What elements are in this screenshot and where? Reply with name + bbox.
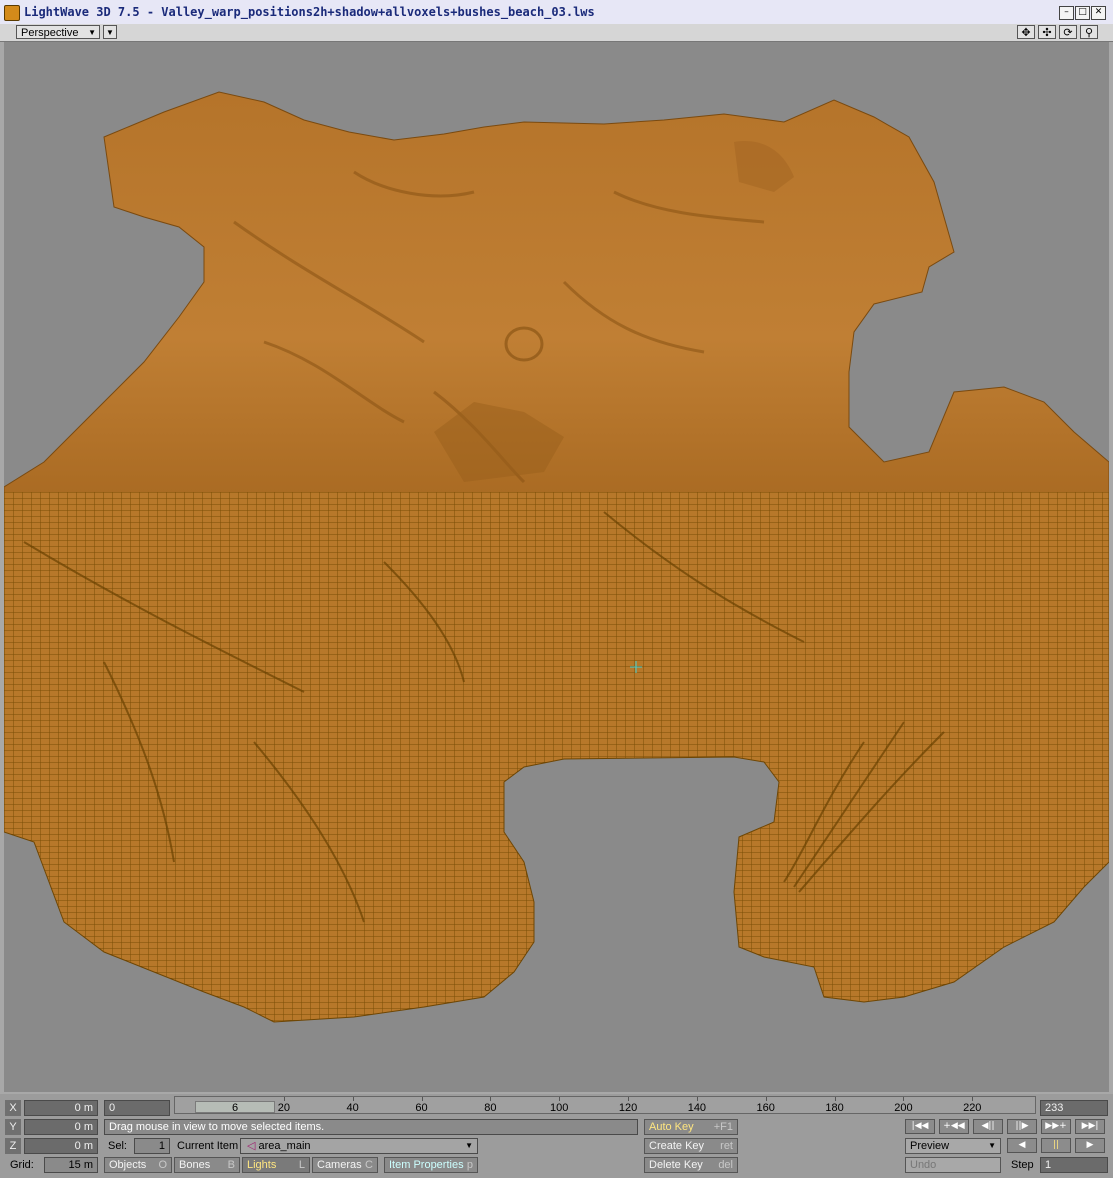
timeline-tick-mark: [972, 1097, 974, 1101]
close-icon[interactable]: ✕: [1091, 6, 1106, 20]
current-item-dropdown[interactable]: ◁ area_main ▼: [240, 1138, 478, 1154]
title-bar: LightWave 3D 7.5 - Valley_warp_positions…: [0, 0, 1113, 25]
first-frame-icon[interactable]: |◀◀: [905, 1119, 935, 1134]
step-back-key-icon[interactable]: +◀◀: [939, 1119, 969, 1134]
view-mode-label: Perspective: [21, 27, 79, 39]
timeline-tick-label: 200: [894, 1102, 913, 1114]
pan-view-icon[interactable]: ✣: [1038, 25, 1056, 39]
pause-icon[interactable]: ||: [1041, 1138, 1071, 1153]
timeline-tick-label: 180: [825, 1102, 844, 1114]
current-frame-field[interactable]: 0: [104, 1100, 170, 1116]
terrain-render: [4, 91, 1109, 1023]
window-title: LightWave 3D 7.5 - Valley_warp_positions…: [24, 5, 595, 19]
step-label: Step: [1011, 1159, 1034, 1171]
timeline-tick-mark: [696, 1097, 698, 1101]
play-forward-icon[interactable]: ▶: [1075, 1138, 1105, 1153]
timeline-tick-label: 20: [277, 1102, 290, 1114]
auto-key-button[interactable]: Auto Key +F1: [644, 1119, 738, 1135]
timeline-tick-mark: [628, 1097, 630, 1101]
end-frame-field[interactable]: 233: [1040, 1100, 1108, 1116]
next-frame-icon[interactable]: ||▶: [1007, 1119, 1037, 1134]
objects-button[interactable]: Objects O: [104, 1157, 172, 1173]
x-position-field[interactable]: 0 m: [24, 1100, 98, 1116]
timeline-tick-mark: [490, 1097, 492, 1101]
timeline-tick-label: 80: [484, 1102, 497, 1114]
delete-key-button[interactable]: Delete Key del: [644, 1157, 738, 1173]
timeline-tick-label: 160: [756, 1102, 775, 1114]
timeline-tick-mark: [765, 1097, 767, 1101]
maximize-icon[interactable]: □: [1075, 6, 1090, 20]
current-item-value: area_main: [258, 1140, 311, 1152]
timeline-tick-mark: [559, 1097, 561, 1101]
slider-frame-label: 6: [231, 1102, 239, 1114]
view-mode-dropdown[interactable]: Perspective ▼: [16, 25, 100, 39]
x-axis-label: X: [5, 1100, 21, 1116]
step-field[interactable]: 1: [1040, 1157, 1108, 1173]
y-position-field[interactable]: 0 m: [24, 1119, 98, 1135]
status-message: Drag mouse in view to move selected item…: [104, 1119, 638, 1135]
item-properties-button[interactable]: Item Properties p: [384, 1157, 478, 1173]
timeline-tick-mark: [834, 1097, 836, 1101]
z-position-field[interactable]: 0 m: [24, 1138, 98, 1154]
timeline-tick-label: 120: [618, 1102, 638, 1114]
chevron-down-icon: ▼: [106, 28, 114, 37]
timeline-tick-mark: [283, 1097, 285, 1101]
grid-size-field[interactable]: 15 m: [44, 1157, 98, 1173]
sel-count: 1: [134, 1138, 170, 1154]
preview-dropdown[interactable]: Preview ▼: [905, 1138, 1001, 1154]
timeline-tick-mark: [421, 1097, 423, 1101]
rotate-view-icon[interactable]: ⟳: [1059, 25, 1077, 39]
timeline-tick-label: 60: [415, 1102, 428, 1114]
terrain-wireframe-mesh: [4, 492, 1109, 1023]
view-options-dropdown[interactable]: ▼: [103, 25, 117, 39]
step-forward-key-icon[interactable]: ▶▶+: [1041, 1119, 1071, 1134]
prev-frame-icon[interactable]: ◀||: [973, 1119, 1003, 1134]
timeline-tick-label: 40: [346, 1102, 359, 1114]
timeline-tick-label: 140: [687, 1102, 707, 1114]
grid-label: Grid:: [10, 1159, 34, 1171]
perspective-viewport[interactable]: [4, 42, 1109, 1092]
timeline-tick-mark: [352, 1097, 354, 1101]
timeline-tick-label: 100: [550, 1102, 569, 1114]
play-reverse-icon[interactable]: ◀: [1007, 1138, 1037, 1153]
bottom-control-panel: X 0 m Y 0 m Z 0 m Grid: 15 m 0 6 20 40 60 8…: [0, 1094, 1113, 1178]
current-item-label: Current Item: [177, 1140, 239, 1152]
cameras-button[interactable]: Cameras C: [312, 1157, 378, 1173]
timeline-ruler[interactable]: 6 20 40 60 80 100 120 140 160 180 200 220: [174, 1096, 1036, 1114]
chevron-down-icon: ▼: [88, 28, 96, 37]
z-axis-label: Z: [5, 1138, 21, 1154]
bones-button[interactable]: Bones B: [174, 1157, 240, 1173]
lightwave-app-icon[interactable]: [4, 5, 20, 21]
viewport-toolbar: Perspective ▼ ▼ ✥ ✣ ⟳ ⚲: [0, 24, 1113, 42]
timeline-tick-mark: [903, 1097, 905, 1101]
last-frame-icon[interactable]: ▶▶|: [1075, 1119, 1105, 1134]
sel-label: Sel:: [108, 1140, 127, 1152]
move-view-icon[interactable]: ✥: [1017, 25, 1035, 39]
timeline-tick-label: 220: [963, 1102, 982, 1114]
create-key-button[interactable]: Create Key ret: [644, 1138, 738, 1154]
zoom-view-icon[interactable]: ⚲: [1080, 25, 1098, 39]
y-axis-label: Y: [5, 1119, 21, 1135]
chevron-down-icon: ▼: [465, 1141, 473, 1150]
undo-button[interactable]: Undo: [905, 1157, 1001, 1173]
light-item-icon: ◁: [247, 1140, 256, 1152]
minimize-icon[interactable]: –: [1059, 6, 1074, 20]
lights-button[interactable]: Lights L: [242, 1157, 310, 1173]
